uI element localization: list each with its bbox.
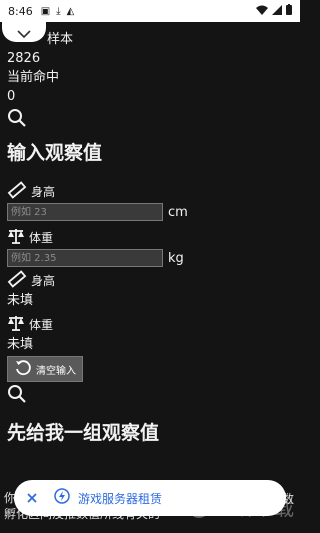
summary-height-label: 身高 (31, 273, 56, 288)
input-heading: 输入观察值 (7, 142, 103, 164)
hit-label: 当前命中 (7, 70, 60, 85)
summary-weight-row: 体重 (7, 313, 300, 335)
summary-height-row: 身高 (7, 269, 300, 291)
search-icon[interactable] (7, 384, 300, 406)
ad-banner-text: 游戏服务器租赁 (78, 491, 163, 506)
lightning-icon (54, 488, 70, 508)
ruler-icon (7, 269, 27, 292)
scale-icon (7, 227, 25, 248)
height-input-row: cm (7, 203, 300, 221)
app-notification-icon: ◭ (66, 5, 75, 17)
ruler-icon (7, 180, 27, 203)
clear-input-label: 清空输入 (36, 365, 76, 377)
gallery-icon: ▣ (40, 5, 51, 17)
partial-label: 样本 (47, 32, 74, 47)
height-label: 身高 (31, 184, 56, 199)
weight-label: 体重 (29, 230, 54, 245)
search-icon[interactable] (7, 108, 300, 130)
scale-icon (7, 314, 25, 335)
weight-unit: kg (168, 250, 184, 266)
wifi-icon (256, 5, 268, 18)
reset-icon (14, 359, 32, 380)
watermark-logo-icon (188, 495, 210, 518)
download-icon: ⤓ (56, 5, 61, 17)
status-bar: 8:46 ▣ ⤓ ◭ (0, 0, 300, 22)
watermark: 一听下载 (188, 492, 294, 521)
watermark-text: 一听下载 (214, 496, 294, 520)
total-value: 2826 (7, 51, 41, 66)
height-input[interactable] (7, 203, 163, 221)
collapse-tab[interactable] (2, 22, 46, 42)
weight-input-row: kg (7, 249, 300, 267)
weight-label-row: 体重 (7, 226, 300, 248)
main-content: 样本 2826 当前命中 0 输入观察值 身高 cm 体重 kg 身高 未填 (7, 30, 300, 446)
height-label-row: 身高 (7, 180, 300, 202)
summary-weight-label: 体重 (29, 317, 54, 332)
hit-value: 0 (7, 89, 16, 104)
chevron-down-icon (17, 23, 31, 42)
status-time: 8:46 (8, 4, 33, 18)
summary-weight-value: 未填 (7, 337, 34, 352)
battery-icon (286, 4, 292, 18)
signal-icon (272, 4, 282, 18)
summary-height-value: 未填 (7, 293, 34, 308)
prompt-heading: 先给我一组观察值 (7, 422, 160, 444)
close-icon[interactable] (26, 489, 38, 508)
height-unit: cm (168, 204, 188, 220)
weight-input[interactable] (7, 249, 163, 267)
clear-input-button[interactable]: 清空输入 (7, 356, 83, 382)
